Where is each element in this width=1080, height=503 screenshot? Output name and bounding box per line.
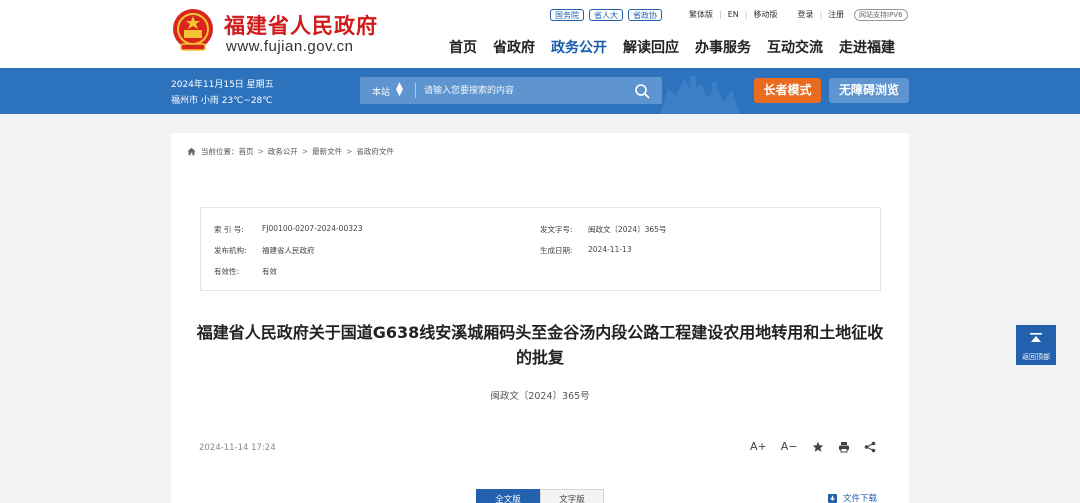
- meta-doc-number-label: 发文字号:: [540, 225, 573, 234]
- register-link[interactable]: 注册: [828, 9, 844, 20]
- ipv6-badge: 网站支持IPV6: [854, 9, 908, 21]
- tab-text-version[interactable]: 文字版: [540, 489, 604, 503]
- current-date: 2024年11月15日 星期五: [171, 80, 274, 90]
- meta-validity-value: 有效: [262, 267, 277, 276]
- pill-state-council[interactable]: 国务院: [550, 9, 584, 21]
- arrow-up-icon: [1030, 333, 1042, 342]
- meta-doc-number-value: 闽政文〔2024〕365号: [588, 225, 667, 234]
- share-icon[interactable]: [864, 441, 876, 453]
- print-icon[interactable]: [838, 441, 850, 453]
- site-header: 福建省人民政府 www.fujian.gov.cn 国务院 省人大 省政协 繁体…: [0, 0, 1080, 68]
- national-emblem-icon: [173, 9, 213, 51]
- divider: [415, 83, 416, 98]
- pill-provincial-cppcc[interactable]: 省政协: [628, 9, 662, 21]
- traditional-chinese-link[interactable]: 繁体版: [689, 9, 713, 20]
- meta-generated-date-label: 生成日期:: [540, 246, 573, 255]
- nav-home[interactable]: 首页: [449, 37, 477, 57]
- search-band: 2024年11月15日 星期五 福州市 小雨 23℃~28℃ 本站 ▲▼ 长者模…: [0, 68, 1080, 114]
- breadcrumb: 当前位置： 首页 > 政务公开 > 最新文件 > 省政府文件: [187, 146, 394, 157]
- mobile-link[interactable]: 移动版: [753, 9, 777, 20]
- document-metadata: 索 引 号: FJ00100-0207-2024-00323 发文字号: 闽政文…: [200, 207, 881, 291]
- weather-info: 福州市 小雨 23℃~28℃: [171, 96, 273, 106]
- search-icon[interactable]: [634, 83, 650, 99]
- back-to-top-button[interactable]: 返回顶部: [1016, 325, 1056, 365]
- meta-organization-label: 发布机构:: [214, 246, 247, 255]
- top-links: 繁体版 | EN | 移动版 登录 | 注册: [689, 9, 844, 20]
- nav-interaction[interactable]: 互动交流: [767, 37, 823, 57]
- top-pills: 国务院 省人大 省政协: [550, 9, 662, 21]
- meta-validity-label: 有效性:: [214, 267, 240, 276]
- meta-index: 索 引 号: FJ00100-0207-2024-00323: [214, 224, 363, 235]
- meta-index-value: FJ00100-0207-2024-00323: [262, 224, 363, 233]
- meta-organization-value: 福建省人民政府: [262, 246, 315, 255]
- breadcrumb-government-affairs[interactable]: 政务公开: [268, 146, 298, 157]
- breadcrumb-provincial-files[interactable]: 省政府文件: [356, 146, 394, 157]
- file-download-link[interactable]: 文件下载: [827, 492, 877, 503]
- breadcrumb-separator: >: [346, 147, 353, 156]
- nav-interpretation[interactable]: 解读回应: [623, 37, 679, 57]
- search-scope-select[interactable]: 本站: [372, 85, 390, 98]
- accessibility-button[interactable]: 无障碍浏览: [829, 78, 909, 103]
- meta-generated-date: 生成日期: 2024-11-13: [540, 245, 632, 256]
- search-box: 本站 ▲ ▼: [360, 77, 662, 104]
- elder-mode-button[interactable]: 长者模式: [754, 78, 821, 103]
- pill-provincial-congress[interactable]: 省人大: [589, 9, 623, 21]
- main-nav: 首页 省政府 政务公开 解读回应 办事服务 互动交流 走进福建: [449, 37, 895, 57]
- divider: |: [744, 10, 748, 19]
- home-icon: [187, 147, 196, 156]
- font-decrease-button[interactable]: A−: [781, 440, 798, 453]
- breadcrumb-home[interactable]: 首页: [239, 146, 254, 157]
- login-link[interactable]: 登录: [797, 9, 813, 20]
- content-card: 当前位置： 首页 > 政务公开 > 最新文件 > 省政府文件 索 引 号: FJ…: [171, 133, 909, 503]
- breadcrumb-prefix: 当前位置：: [201, 147, 239, 156]
- document-title: 福建省人民政府关于国道G638线安溪城厢码头至金谷汤内段公路工程建设农用地转用和…: [196, 323, 884, 367]
- tab-full-version[interactable]: 全文版: [476, 489, 540, 503]
- download-icon: [828, 493, 837, 503]
- breadcrumb-separator: >: [257, 147, 264, 156]
- publish-time: 2024-11-14 17:24: [199, 443, 276, 453]
- article-tools: A+ A−: [750, 440, 876, 453]
- nav-government-affairs[interactable]: 政务公开: [551, 37, 607, 57]
- view-tabs: 全文版 文字版: [476, 489, 604, 503]
- search-input[interactable]: [424, 81, 624, 100]
- meta-doc-number: 发文字号: 闽政文〔2024〕365号: [540, 224, 666, 235]
- file-download-label: 文件下载: [843, 494, 878, 503]
- chevron-updown-icon[interactable]: ▲ ▼: [396, 82, 403, 98]
- meta-organization: 发布机构: 福建省人民政府: [214, 245, 315, 256]
- breadcrumb-separator: >: [301, 147, 309, 156]
- document-number: 闽政文〔2024〕365号: [490, 391, 590, 402]
- nav-about-fujian[interactable]: 走进福建: [839, 37, 895, 57]
- meta-validity: 有效性: 有效: [214, 266, 277, 277]
- font-increase-button[interactable]: A+: [750, 440, 767, 453]
- meta-generated-date-value: 2024-11-13: [588, 245, 632, 254]
- site-url: www.fujian.gov.cn: [226, 38, 354, 55]
- divider: |: [819, 10, 823, 19]
- star-icon[interactable]: [812, 441, 824, 453]
- nav-services[interactable]: 办事服务: [695, 37, 751, 57]
- nav-provincial-government[interactable]: 省政府: [493, 37, 535, 57]
- breadcrumb-latest-files[interactable]: 最新文件: [312, 146, 342, 157]
- site-name: 福建省人民政府: [224, 13, 378, 38]
- divider: |: [719, 10, 722, 19]
- english-link[interactable]: EN: [728, 10, 739, 19]
- back-to-top-label: 返回顶部: [1022, 353, 1050, 361]
- meta-index-label: 索 引 号:: [214, 225, 244, 234]
